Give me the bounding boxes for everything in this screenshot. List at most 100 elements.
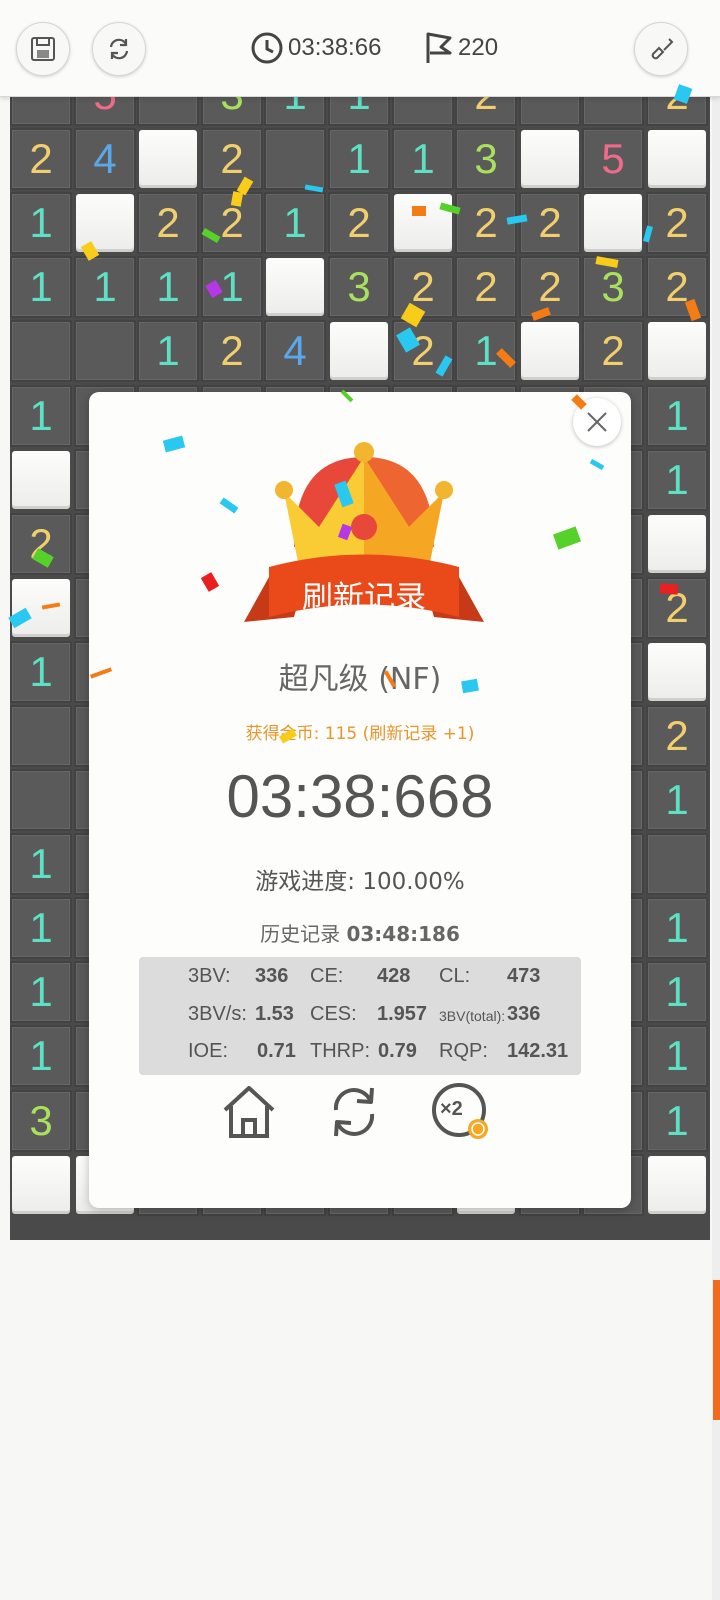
covered-cell[interactable] bbox=[519, 128, 581, 190]
revealed-cell[interactable] bbox=[137, 96, 199, 126]
covered-cell[interactable] bbox=[328, 320, 390, 382]
stat-value: 1.957 bbox=[377, 1003, 428, 1025]
revealed-cell[interactable]: 2 bbox=[201, 320, 263, 382]
covered-cell[interactable] bbox=[10, 1154, 72, 1216]
revealed-cell[interactable]: 1 bbox=[74, 256, 136, 318]
revealed-cell[interactable] bbox=[264, 128, 326, 190]
revealed-cell[interactable]: 3 bbox=[10, 1090, 72, 1152]
cell-number: 1 bbox=[29, 1032, 53, 1079]
covered-cell[interactable] bbox=[582, 192, 644, 254]
scrollbar-thumb[interactable] bbox=[713, 1280, 720, 1420]
revealed-cell[interactable]: 1 bbox=[264, 96, 326, 126]
replay-icon[interactable] bbox=[324, 1082, 384, 1142]
cell-number: 3 bbox=[601, 263, 625, 310]
revealed-cell[interactable]: 1 bbox=[455, 320, 517, 382]
revealed-cell[interactable]: 2 bbox=[137, 192, 199, 254]
covered-cell[interactable] bbox=[646, 513, 708, 575]
shovel-icon bbox=[651, 38, 674, 60]
revealed-cell[interactable]: 2 bbox=[519, 256, 581, 318]
cell-number: 2 bbox=[347, 199, 371, 246]
cell-number: 1 bbox=[283, 199, 307, 246]
cell-number: 1 bbox=[29, 840, 53, 887]
revealed-cell[interactable]: 2 bbox=[646, 256, 708, 318]
revealed-cell[interactable]: 1 bbox=[10, 833, 72, 895]
revealed-cell[interactable]: 3 bbox=[328, 256, 390, 318]
covered-cell[interactable] bbox=[137, 128, 199, 190]
revealed-cell[interactable]: 1 bbox=[646, 385, 708, 447]
revealed-cell[interactable]: 5 bbox=[74, 96, 136, 126]
revealed-cell[interactable]: 1 bbox=[392, 128, 454, 190]
revealed-cell[interactable] bbox=[10, 320, 72, 382]
double-coins-button[interactable]: ×2 bbox=[429, 1082, 491, 1144]
revealed-cell[interactable]: 3 bbox=[455, 128, 517, 190]
revealed-cell[interactable]: 5 bbox=[582, 128, 644, 190]
revealed-cell[interactable]: 1 bbox=[10, 192, 72, 254]
revealed-cell[interactable] bbox=[519, 96, 581, 126]
revealed-cell[interactable]: 4 bbox=[264, 320, 326, 382]
covered-cell[interactable] bbox=[646, 1154, 708, 1216]
covered-cell[interactable] bbox=[646, 128, 708, 190]
revealed-cell[interactable]: 2 bbox=[519, 192, 581, 254]
revealed-cell[interactable]: 2 bbox=[455, 96, 517, 126]
cell-number: 2 bbox=[665, 712, 689, 759]
revealed-cell[interactable]: 2 bbox=[455, 256, 517, 318]
revealed-cell[interactable]: 2 bbox=[10, 128, 72, 190]
revealed-cell[interactable]: 1 bbox=[646, 449, 708, 511]
revealed-cell[interactable]: 1 bbox=[646, 1025, 708, 1087]
close-icon bbox=[587, 412, 607, 432]
restart-button[interactable] bbox=[92, 22, 146, 76]
revealed-cell[interactable]: 1 bbox=[137, 256, 199, 318]
revealed-cell[interactable] bbox=[10, 705, 72, 767]
revealed-cell[interactable]: 1 bbox=[328, 128, 390, 190]
home-icon[interactable] bbox=[219, 1082, 279, 1142]
cell-number: 1 bbox=[29, 392, 53, 439]
covered-cell[interactable] bbox=[646, 641, 708, 703]
cell-number: 1 bbox=[29, 968, 53, 1015]
revealed-cell[interactable]: 2 bbox=[10, 513, 72, 575]
revealed-cell[interactable]: 2 bbox=[646, 705, 708, 767]
covered-cell[interactable] bbox=[392, 192, 454, 254]
revealed-cell[interactable]: 1 bbox=[10, 897, 72, 959]
revealed-cell[interactable]: 1 bbox=[137, 320, 199, 382]
revealed-cell[interactable]: 1 bbox=[646, 897, 708, 959]
history-record: 历史记录 03:48:186 bbox=[89, 918, 631, 947]
revealed-cell[interactable]: 2 bbox=[646, 192, 708, 254]
revealed-cell[interactable]: 1 bbox=[10, 961, 72, 1023]
revealed-cell[interactable]: 2 bbox=[582, 320, 644, 382]
revealed-cell[interactable]: 1 bbox=[264, 192, 326, 254]
revealed-cell[interactable] bbox=[10, 769, 72, 831]
covered-cell[interactable] bbox=[10, 577, 72, 639]
revealed-cell[interactable]: 2 bbox=[201, 128, 263, 190]
revealed-cell[interactable]: 1 bbox=[646, 961, 708, 1023]
cell-number: 1 bbox=[665, 776, 689, 823]
revealed-cell[interactable]: 1 bbox=[10, 641, 72, 703]
revealed-cell[interactable] bbox=[10, 96, 72, 126]
top-bar: 03:38:66 220 bbox=[0, 0, 720, 97]
revealed-cell[interactable] bbox=[646, 833, 708, 895]
revealed-cell[interactable]: 2 bbox=[328, 192, 390, 254]
cell-number: 1 bbox=[665, 904, 689, 951]
revealed-cell[interactable]: 1 bbox=[10, 256, 72, 318]
covered-cell[interactable] bbox=[10, 449, 72, 511]
revealed-cell[interactable]: 1 bbox=[328, 96, 390, 126]
flag-icon bbox=[426, 32, 452, 63]
revealed-cell[interactable]: 3 bbox=[201, 96, 263, 126]
save-button[interactable] bbox=[16, 22, 70, 76]
revealed-cell[interactable] bbox=[582, 96, 644, 126]
covered-cell[interactable] bbox=[646, 320, 708, 382]
revealed-cell[interactable] bbox=[392, 96, 454, 126]
revealed-cell[interactable]: 2 bbox=[392, 256, 454, 318]
revealed-cell[interactable]: 1 bbox=[646, 1090, 708, 1152]
revealed-cell[interactable]: 1 bbox=[646, 769, 708, 831]
revealed-cell[interactable]: 4 bbox=[74, 128, 136, 190]
revealed-cell[interactable]: 1 bbox=[10, 1025, 72, 1087]
cell-number: 4 bbox=[93, 135, 117, 182]
stat-label: 3BV/s: bbox=[188, 1003, 247, 1025]
revealed-cell[interactable]: 1 bbox=[10, 385, 72, 447]
revealed-cell[interactable] bbox=[74, 320, 136, 382]
covered-cell[interactable] bbox=[519, 320, 581, 382]
cell-number: 1 bbox=[665, 392, 689, 439]
cell-number: 3 bbox=[474, 135, 498, 182]
covered-cell[interactable] bbox=[264, 256, 326, 318]
dig-mode-button[interactable] bbox=[634, 22, 688, 76]
